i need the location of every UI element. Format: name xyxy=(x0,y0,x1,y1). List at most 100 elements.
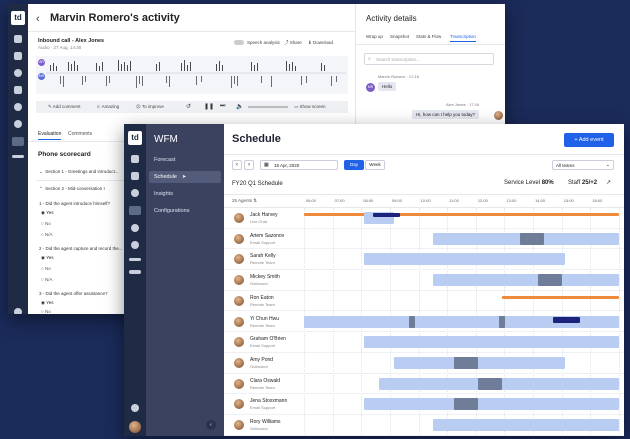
view-day-button[interactable]: Day xyxy=(344,160,364,170)
shift-light-bar[interactable] xyxy=(364,253,565,266)
show-screen-button[interactable]: ▭ Show screen xyxy=(294,104,326,110)
wfm-icon[interactable] xyxy=(12,137,24,146)
agent-row[interactable]: Artem Sazonov Email Support xyxy=(224,229,624,250)
section-1-header[interactable]: ⌄ Section 1 - Greetings and introduct... xyxy=(39,169,119,175)
shift-navy-bar[interactable] xyxy=(373,213,400,217)
agent-row[interactable]: Mickey Smith Outbound xyxy=(224,270,624,291)
add-comment-button[interactable]: ✎ Add comment xyxy=(48,104,81,110)
agent-row[interactable]: Clara Oswald Remote Team xyxy=(224,374,624,395)
agent-row[interactable]: Rory Williams Outbound xyxy=(224,415,624,436)
shift-mid-bar[interactable] xyxy=(454,356,478,369)
q3-option-no[interactable]: ○ No xyxy=(41,309,51,314)
team-filter-select[interactable]: All teams ⌄ xyxy=(552,160,614,170)
settings-icon[interactable] xyxy=(14,120,22,128)
compass-icon[interactable] xyxy=(14,69,22,77)
tab-evaluation[interactable]: Evaluation xyxy=(38,131,62,140)
agent-avatar xyxy=(234,275,244,286)
team-filter-value: All teams xyxy=(556,163,575,168)
grid-icon[interactable] xyxy=(14,52,22,60)
shift-light-bar[interactable] xyxy=(364,398,619,411)
shift-light-bar[interactable] xyxy=(433,274,619,287)
shift-mid-bar[interactable] xyxy=(538,274,562,287)
agent-team: Remote Team xyxy=(250,322,275,328)
shift-navy-bar[interactable] xyxy=(553,316,580,323)
shift-mid-bar[interactable] xyxy=(478,377,502,390)
home-icon[interactable] xyxy=(14,35,22,43)
q1-option-yes[interactable]: ◉ Yes xyxy=(41,210,53,216)
bell-icon[interactable] xyxy=(131,404,139,412)
tab-snapshot[interactable]: Snapshot xyxy=(390,34,409,39)
signal-icon[interactable] xyxy=(129,270,141,274)
nav-schedule[interactable]: Schedule ➤ xyxy=(149,171,221,183)
shift-light-bar[interactable] xyxy=(394,356,565,369)
download-button[interactable]: ⬇ Download xyxy=(308,40,333,46)
agent-name: Artem Sazonov xyxy=(250,232,285,239)
q2-option-na[interactable]: ○ N/A xyxy=(41,277,52,282)
shift-orange-bar[interactable] xyxy=(502,295,619,299)
waveform-panel[interactable]: AR MR xyxy=(36,56,348,94)
collapse-sidebar-icon[interactable]: ‹ xyxy=(206,420,216,430)
shift-mid-bar[interactable] xyxy=(454,398,478,411)
back-arrow-icon[interactable]: ‹ xyxy=(36,13,40,25)
shift-mid-bar[interactable] xyxy=(520,232,544,245)
to-improve-button[interactable]: ☹ To improve xyxy=(136,104,164,110)
date-picker[interactable]: ▦ 16 Apr, 2020 xyxy=(260,160,338,170)
shift-mid-bar[interactable] xyxy=(409,315,415,328)
q3-no-label: No xyxy=(44,309,51,314)
view-week-button[interactable]: Week xyxy=(365,160,385,170)
shift-mid-bar[interactable] xyxy=(499,315,505,328)
agent-row[interactable]: Graham O'Brien Email Support xyxy=(224,332,624,353)
wfm-icon[interactable] xyxy=(129,206,141,215)
shift-light-bar[interactable] xyxy=(364,336,619,349)
bell-icon[interactable] xyxy=(14,308,22,314)
q1-option-na[interactable]: ○ N/A xyxy=(41,232,52,237)
grid-icon[interactable] xyxy=(131,172,139,180)
link-icon[interactable] xyxy=(129,258,141,261)
target-icon[interactable] xyxy=(131,224,139,232)
share-button[interactable]: ⤴ Share xyxy=(284,40,302,46)
transcription-search[interactable]: ⌕ Search transcription... xyxy=(364,53,494,65)
add-comment-label: Add comment xyxy=(52,104,81,109)
hour-label: 09:00 xyxy=(391,198,402,203)
compass-icon[interactable] xyxy=(131,189,139,197)
target-icon[interactable] xyxy=(14,103,22,111)
agent-row[interactable]: Jack Harvey Live Chat xyxy=(224,208,624,229)
q1-option-no[interactable]: ○ No xyxy=(41,221,51,226)
nav-insights[interactable]: Insights xyxy=(154,191,173,197)
agent-row[interactable]: Yi Chun Hwu Remote Team xyxy=(224,312,624,333)
add-event-button[interactable]: + Add event xyxy=(564,133,614,147)
q2-option-yes[interactable]: ◉ Yes xyxy=(41,255,53,261)
tab-transcription[interactable]: Transcription xyxy=(450,34,476,42)
next-day-button[interactable]: › xyxy=(244,160,254,170)
signal-icon[interactable] xyxy=(12,155,24,158)
agent-row[interactable]: Jena Stoxxmann Email Support xyxy=(224,394,624,415)
nav-configurations[interactable]: Configurations xyxy=(154,208,189,214)
agent-row[interactable]: Sarah Kelly Remote Team xyxy=(224,249,624,271)
rewind-icon[interactable]: ↺ xyxy=(186,103,191,110)
shift-light-bar[interactable] xyxy=(433,419,619,431)
q2-option-no[interactable]: ○ No xyxy=(41,266,51,271)
agent-team: Remote Team xyxy=(250,301,275,307)
speech-analysis-toggle[interactable] xyxy=(234,40,244,45)
section-2-header[interactable]: ⌃ Section 2 - Mid-conversation I xyxy=(39,186,105,192)
volume-slider[interactable] xyxy=(248,106,288,108)
agent-avatar xyxy=(234,337,244,348)
amazing-button[interactable]: ☺ Amazing xyxy=(96,104,119,109)
prev-day-button[interactable]: ‹ xyxy=(232,160,242,170)
nav-forecast[interactable]: Forecast xyxy=(154,157,175,163)
q3-option-yes[interactable]: ◉ Yes xyxy=(41,300,53,306)
inbox-icon[interactable] xyxy=(14,86,22,94)
tab-stats-flow[interactable]: Stats & Flow xyxy=(416,34,441,39)
home-icon[interactable] xyxy=(131,155,139,163)
tab-comments[interactable]: Comments xyxy=(68,131,92,137)
agent-row[interactable]: Amy Pond Outbound xyxy=(224,353,624,374)
volume-icon[interactable]: 🔈 xyxy=(236,103,243,110)
agent-row[interactable]: Ron Eaton Remote Team xyxy=(224,291,624,312)
forward-icon[interactable]: ⏭ xyxy=(220,103,225,110)
tab-wrap-up[interactable]: Wrap up xyxy=(366,34,383,39)
user-avatar[interactable] xyxy=(129,421,141,433)
shift-orange-bar[interactable] xyxy=(304,213,619,216)
pause-icon[interactable]: ❚❚ xyxy=(204,103,214,110)
settings-icon[interactable] xyxy=(131,241,139,249)
message-1-from: Marvin Romero xyxy=(378,74,406,79)
